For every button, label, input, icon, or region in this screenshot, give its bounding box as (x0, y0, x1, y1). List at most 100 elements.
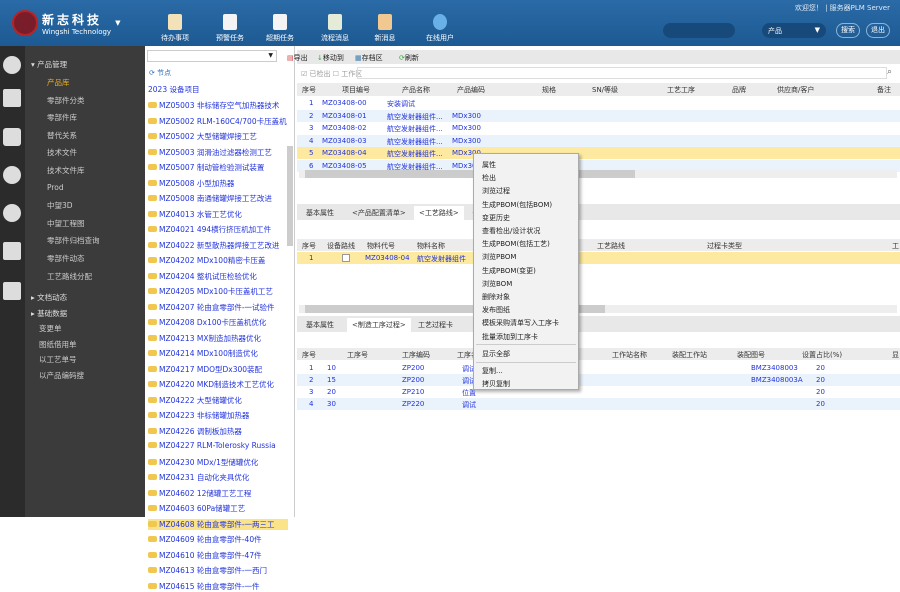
search-icon[interactable]: ⌕ (887, 67, 892, 77)
nav-item[interactable]: 产品库 (47, 77, 70, 88)
tree-node[interactable]: MZ04021 494横行挤压机加工件 (148, 224, 288, 235)
column-header[interactable]: 设备路线 (327, 241, 355, 251)
refresh-icon[interactable]: ⟳ (149, 69, 155, 77)
todo-button[interactable]: 待办事项 (155, 14, 195, 43)
tree-node[interactable]: MZ04217 MDO型Dx300装配 (148, 364, 288, 375)
column-header[interactable]: 产品编码 (457, 85, 485, 95)
tab[interactable]: <产品配置清单> (347, 206, 411, 220)
search-input[interactable] (663, 23, 735, 38)
warning-task-button[interactable]: 预警任务 (210, 14, 250, 43)
scope-select[interactable]: 产品 ▼ (762, 23, 826, 38)
context-menu-item[interactable]: 浏览BOM (482, 279, 512, 289)
tree-node[interactable]: MZ04230 MDx/1型储罐优化 (148, 457, 288, 468)
table-row[interactable]: 1 MZ03408-00 安装调试 (297, 97, 900, 109)
column-header[interactable]: 工 (892, 241, 899, 251)
table-row[interactable]: 2 MZ03408-01 航空发射器组件... MDx300 (297, 109, 900, 122)
flow-message-button[interactable]: 流程消息 (315, 14, 355, 43)
chevron-down-icon[interactable]: ▼ (115, 19, 120, 27)
tree-node[interactable]: MZ04603 60Pa储罐工艺 (148, 503, 288, 514)
column-header[interactable]: 序号 (302, 241, 316, 251)
logout-button[interactable]: 退出 (866, 23, 890, 38)
tree-node[interactable]: MZ04213 MX制造加热器优化 (148, 333, 288, 344)
tree-node[interactable]: MZ04615 轮由盒零部件-一件 (148, 581, 288, 592)
nav-item[interactable]: Prod (47, 183, 64, 192)
tree-node[interactable]: MZ05003 润滑油过滤器检测工艺 (148, 147, 288, 158)
home-icon[interactable] (3, 89, 21, 107)
chat-icon[interactable] (3, 166, 21, 184)
column-header[interactable]: 供应商/客户 (777, 85, 814, 95)
context-menu-item[interactable]: 检出 (482, 173, 496, 183)
tree-node[interactable]: MZ04231 自动化夹具优化 (148, 472, 288, 483)
context-menu-item[interactable]: 拷贝复制 (482, 379, 510, 389)
column-header[interactable]: 序号 (302, 85, 316, 95)
tree-node[interactable]: MZ04227 RLM-Tolerosky Russia (148, 441, 288, 450)
column-header[interactable]: 备注 (877, 85, 891, 95)
tree-node[interactable]: MZ05008 南通储罐焊接工艺改进 (148, 193, 288, 204)
context-menu-item[interactable]: 显示全部 (482, 349, 510, 359)
nav-item[interactable]: 零部件归档查询 (47, 235, 100, 246)
column-header[interactable]: 工艺工序 (667, 85, 695, 95)
column-header[interactable]: 工艺路线 (597, 241, 625, 251)
tree-node[interactable]: MZ04602 12储罐工艺工程 (148, 488, 288, 499)
column-header[interactable]: 工序号 (347, 350, 368, 360)
tree-node[interactable]: MZ04204 整机试压检验优化 (148, 271, 288, 282)
column-header[interactable]: 品牌 (732, 85, 746, 95)
globe-icon[interactable] (3, 204, 21, 222)
nav-item[interactable]: 以产品编码搜 (39, 370, 84, 381)
nav-item[interactable]: 以工艺单号 (39, 354, 77, 365)
nav-item[interactable]: 中望3D (47, 200, 73, 211)
column-header[interactable]: 过程卡类型 (707, 241, 742, 251)
tree-node[interactable]: MZ04205 MDx100卡压盖机工艺 (148, 286, 288, 297)
context-menu-item[interactable]: 生成PBOM(变更) (482, 266, 536, 276)
tree-node[interactable]: MZ05008 小型加热器 (148, 178, 288, 189)
context-menu-item[interactable]: 删除对象 (482, 292, 510, 302)
tree-root[interactable]: 2023 设备项目 (148, 84, 288, 95)
archive-button[interactable]: ▦存档区 (355, 53, 383, 63)
tree-node[interactable]: MZ04223 非标储罐加热器 (148, 410, 288, 421)
column-header[interactable]: 序号 (302, 350, 316, 360)
nav-item[interactable]: 变更单 (39, 323, 62, 334)
table-row[interactable]: 2 15 ZP200 调试 BMZ3408003A 20 (297, 374, 900, 386)
tree-node[interactable]: MZ04208 Dx100卡压盖机优化 (148, 317, 288, 328)
context-menu-item[interactable]: 查看检出/设计状况 (482, 226, 540, 236)
nav-item[interactable]: 中望工程图 (47, 218, 85, 229)
context-menu-item[interactable]: 生成PBOM(包括工艺) (482, 239, 550, 249)
nav-item[interactable]: 替代关系 (47, 130, 77, 141)
book-icon[interactable] (3, 242, 21, 260)
column-header[interactable]: 项目编号 (342, 85, 370, 95)
tree-select[interactable]: ▼ (147, 50, 277, 62)
overdue-task-button[interactable]: 超期任务 (260, 14, 300, 43)
grid2-hscrollbar[interactable] (299, 305, 897, 313)
table-row[interactable]: 1 MZ03408-04 航空发射器组件 (297, 252, 900, 264)
table-row[interactable]: 1 10 ZP200 调试 BMZ3408003 20 (297, 362, 900, 374)
context-menu-item[interactable]: 生成PBOM(包括BOM) (482, 200, 552, 210)
context-menu-item[interactable]: 发布图纸 (482, 305, 510, 315)
column-header[interactable]: 装配工作站 (672, 350, 707, 360)
nav-item[interactable]: 零部件分类 (47, 95, 85, 106)
tree-node[interactable]: MZ04220 MKD制造技术工艺优化 (148, 379, 288, 390)
grid1-hscrollbar[interactable] (299, 170, 897, 178)
column-header[interactable]: 显 (892, 350, 899, 360)
column-header[interactable]: 物料名称 (417, 241, 445, 251)
tree-node[interactable]: MZ05003 非标储存空气加热器技术 (148, 100, 288, 111)
tab[interactable]: <制造工序过程> (347, 318, 411, 332)
context-menu-item[interactable]: 变更历史 (482, 213, 510, 223)
nav-item[interactable]: 工艺路线分配 (47, 271, 92, 282)
tree-node[interactable]: MZ04609 轮由盒零部件-40件 (148, 534, 288, 545)
column-header[interactable]: 工序编码 (402, 350, 430, 360)
context-menu-item[interactable]: 浏览PBOM (482, 252, 516, 262)
move-to-button[interactable]: ↓移动到 (317, 53, 344, 63)
nav-item[interactable]: 技术文件库 (47, 165, 85, 176)
tree-node[interactable]: MZ05007 制动管检验测试装置 (148, 162, 288, 173)
column-header[interactable]: 设置占比(%) (802, 350, 842, 360)
export-button[interactable]: ▤导出 (287, 53, 308, 63)
column-header[interactable]: 物料代号 (367, 241, 395, 251)
tree-node[interactable]: MZ04608 轮由盒零部件-一两三工 (148, 518, 288, 530)
tab[interactable]: 工艺过程卡 (413, 318, 458, 332)
table-row[interactable]: 4 MZ03408-03 航空发射器组件... MDx300 (297, 134, 900, 147)
context-menu-item[interactable]: 属性 (482, 160, 496, 170)
tab[interactable]: 基本属性 (301, 206, 339, 220)
column-header[interactable]: 规格 (542, 85, 556, 95)
search-button[interactable]: 搜索 (836, 23, 860, 38)
nav-item[interactable]: 技术文件 (47, 147, 77, 158)
